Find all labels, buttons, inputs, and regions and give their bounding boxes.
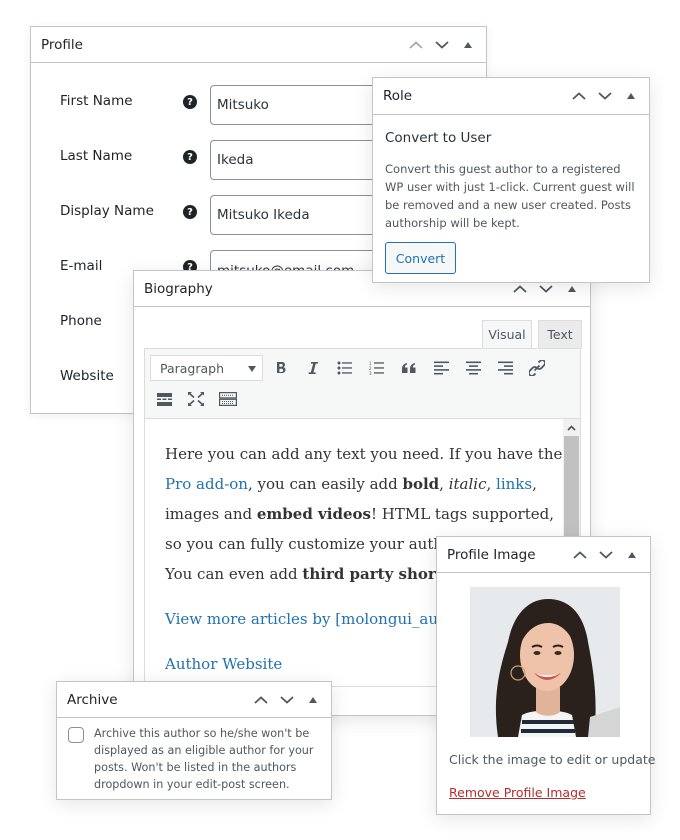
text: , bbox=[439, 475, 449, 493]
photo-hint: Click the image to edit or update bbox=[449, 752, 656, 767]
archive-description: Archive this author so he/she won't be d… bbox=[94, 727, 314, 791]
author-website-link[interactable]: Author Website bbox=[165, 655, 282, 673]
read-more-icon[interactable] bbox=[150, 385, 178, 413]
move-up-icon[interactable] bbox=[251, 690, 271, 710]
profile-photo[interactable] bbox=[470, 587, 620, 737]
keyboard-icon[interactable] bbox=[214, 385, 242, 413]
format-select-value: Paragraph bbox=[160, 360, 225, 376]
archive-panel-header[interactable]: Archive bbox=[57, 682, 331, 718]
text: , you can easily add bbox=[247, 475, 403, 493]
move-down-icon[interactable] bbox=[596, 545, 616, 565]
text: Here you can add any text you need. If y… bbox=[165, 445, 563, 463]
align-center-icon[interactable] bbox=[459, 354, 487, 382]
display-name-label: Display Name bbox=[60, 203, 154, 219]
profile-image-panel-header[interactable]: Profile Image bbox=[437, 537, 650, 573]
phone-label: Phone bbox=[60, 313, 102, 329]
align-left-icon[interactable] bbox=[427, 354, 455, 382]
text: so you can fully customize your author bbox=[165, 535, 460, 553]
profile-image-panel: Profile Image Click the image to edit or… bbox=[436, 536, 655, 815]
move-down-icon[interactable] bbox=[595, 86, 615, 106]
email-label: E-mail bbox=[60, 258, 103, 274]
pro-addon-link[interactable]: Pro add-on bbox=[165, 475, 248, 493]
panel-title: Profile Image bbox=[447, 546, 536, 563]
collapse-toggle-icon[interactable] bbox=[621, 86, 641, 106]
archive-checkbox[interactable] bbox=[68, 727, 84, 743]
tab-visual[interactable]: Visual bbox=[482, 320, 532, 348]
collapse-toggle-icon[interactable] bbox=[458, 35, 478, 55]
italic-text: italic bbox=[448, 475, 487, 493]
bold-text: bold bbox=[402, 475, 440, 493]
svg-text:3: 3 bbox=[369, 371, 372, 375]
bulleted-list-icon[interactable] bbox=[331, 354, 359, 382]
collapse-toggle-icon[interactable] bbox=[303, 690, 323, 710]
first-name-label: First Name bbox=[60, 93, 133, 109]
fullscreen-icon[interactable] bbox=[182, 385, 210, 413]
links-link[interactable]: links bbox=[496, 475, 532, 493]
collapse-toggle-icon[interactable] bbox=[622, 545, 642, 565]
blockquote-icon[interactable] bbox=[395, 354, 423, 382]
help-icon[interactable]: ? bbox=[183, 205, 197, 219]
bold-text: third party shortc bbox=[302, 565, 452, 583]
numbered-list-icon[interactable]: 123 bbox=[363, 354, 391, 382]
text: ! HTML tags supported, bbox=[370, 505, 554, 523]
move-up-icon[interactable] bbox=[570, 545, 590, 565]
website-label: Website bbox=[60, 368, 114, 384]
last-name-label: Last Name bbox=[60, 148, 133, 164]
archive-panel: Archive Archive this author so he/she wo… bbox=[56, 681, 332, 800]
view-more-articles-link[interactable]: View more articles by [molongui_auth bbox=[165, 610, 454, 628]
editor-toolbar: Paragraph 123 bbox=[144, 348, 581, 419]
move-down-icon[interactable] bbox=[432, 35, 452, 55]
scroll-up-icon[interactable] bbox=[563, 419, 580, 436]
remove-profile-image-link[interactable]: Remove Profile Image bbox=[449, 785, 586, 800]
text: , bbox=[486, 475, 497, 493]
text: , bbox=[532, 475, 537, 493]
panel-title: Archive bbox=[67, 691, 118, 708]
link-icon[interactable] bbox=[523, 354, 551, 382]
tab-text[interactable]: Text bbox=[538, 320, 582, 348]
italic-icon[interactable] bbox=[299, 354, 327, 382]
move-up-icon[interactable] bbox=[569, 86, 589, 106]
help-icon[interactable]: ? bbox=[183, 150, 197, 164]
format-select[interactable]: Paragraph bbox=[150, 355, 263, 381]
role-panel: Role Convert to User Convert this guest … bbox=[372, 77, 650, 283]
move-up-icon[interactable] bbox=[406, 35, 426, 55]
role-description: Convert this guest author to a registere… bbox=[385, 162, 635, 230]
convert-button[interactable]: Convert bbox=[385, 242, 456, 274]
align-right-icon[interactable] bbox=[491, 354, 519, 382]
profile-panel-header[interactable]: Profile bbox=[31, 27, 486, 63]
panel-title: Biography bbox=[144, 280, 213, 297]
role-panel-header[interactable]: Role bbox=[373, 78, 649, 115]
role-subtitle: Convert to User bbox=[385, 130, 492, 146]
move-down-icon[interactable] bbox=[277, 690, 297, 710]
portrait-image bbox=[470, 587, 620, 737]
text: images and bbox=[165, 505, 257, 523]
caret-down-icon bbox=[248, 366, 256, 372]
panel-title: Role bbox=[383, 88, 413, 104]
help-icon[interactable]: ? bbox=[183, 95, 197, 109]
text: You can even add bbox=[165, 565, 303, 583]
bold-icon[interactable] bbox=[267, 354, 295, 382]
panel-title: Profile bbox=[41, 36, 83, 53]
bold-text: embed videos bbox=[256, 505, 371, 523]
